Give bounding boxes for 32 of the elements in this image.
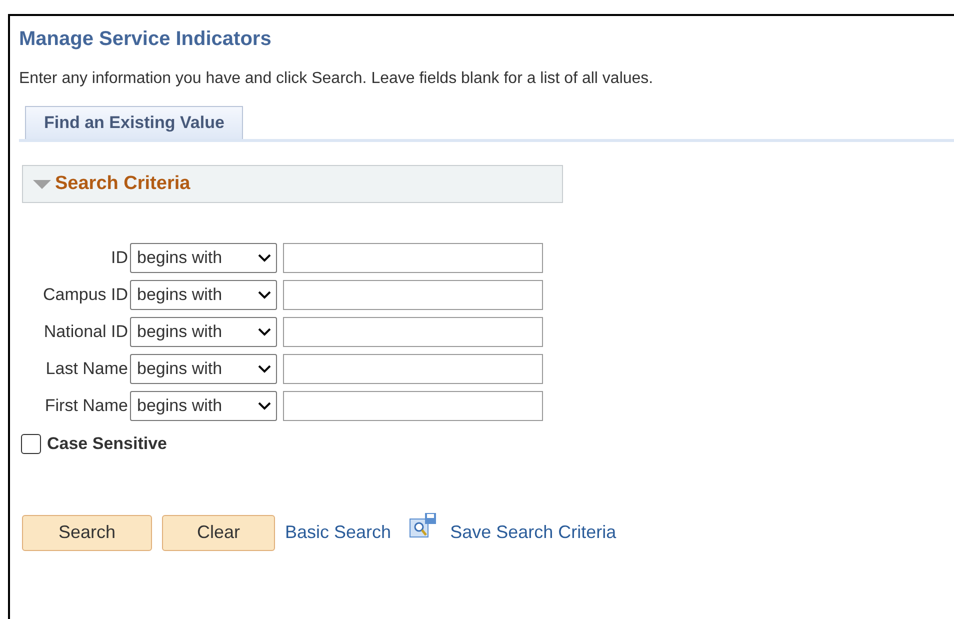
operator-dropdown[interactable]: begins with	[130, 243, 277, 273]
page-title: Manage Service Indicators	[19, 27, 272, 52]
chevron-down-icon	[258, 254, 271, 262]
chevron-down-icon	[258, 291, 271, 299]
field-label: Campus ID	[42, 284, 129, 306]
save-search-criteria-link[interactable]: Save Search Criteria	[450, 519, 616, 546]
chevron-down-icon	[258, 365, 271, 373]
chevron-down-icon	[258, 328, 271, 336]
search-input-field[interactable]	[283, 280, 543, 310]
search-input-field[interactable]	[283, 317, 543, 347]
basic-search-link[interactable]: Basic Search	[285, 519, 392, 546]
search-criteria-header[interactable]: Search Criteria	[22, 165, 563, 203]
collapse-triangle-icon	[33, 178, 51, 190]
field-label: Last Name	[44, 358, 129, 380]
search-input-field[interactable]	[283, 243, 543, 273]
operator-dropdown[interactable]: begins with	[130, 317, 277, 347]
search-input-field[interactable]	[283, 391, 543, 421]
field-label: First Name	[44, 395, 129, 418]
case-sensitive-checkbox[interactable]	[21, 434, 41, 454]
chevron-down-icon	[258, 402, 271, 410]
field-label: National ID	[42, 321, 129, 344]
operator-dropdown[interactable]: begins with	[130, 354, 277, 384]
tab[interactable]: Find an Existing Value	[25, 106, 244, 139]
operator-dropdown[interactable]: begins with	[130, 391, 277, 421]
field-label: ID	[110, 247, 129, 270]
case-sensitive-label: Case Sensitive	[47, 433, 168, 455]
search-button[interactable]: Search	[22, 514, 152, 550]
instructions: Enter any information you have and click Search. Leave fields blank for a list of all values.	[19, 69, 654, 89]
search-input-field[interactable]	[283, 354, 543, 384]
operator-dropdown[interactable]: begins with	[130, 280, 277, 310]
save-search-icon[interactable]	[408, 510, 438, 540]
clear-button[interactable]: Clear	[162, 514, 275, 550]
